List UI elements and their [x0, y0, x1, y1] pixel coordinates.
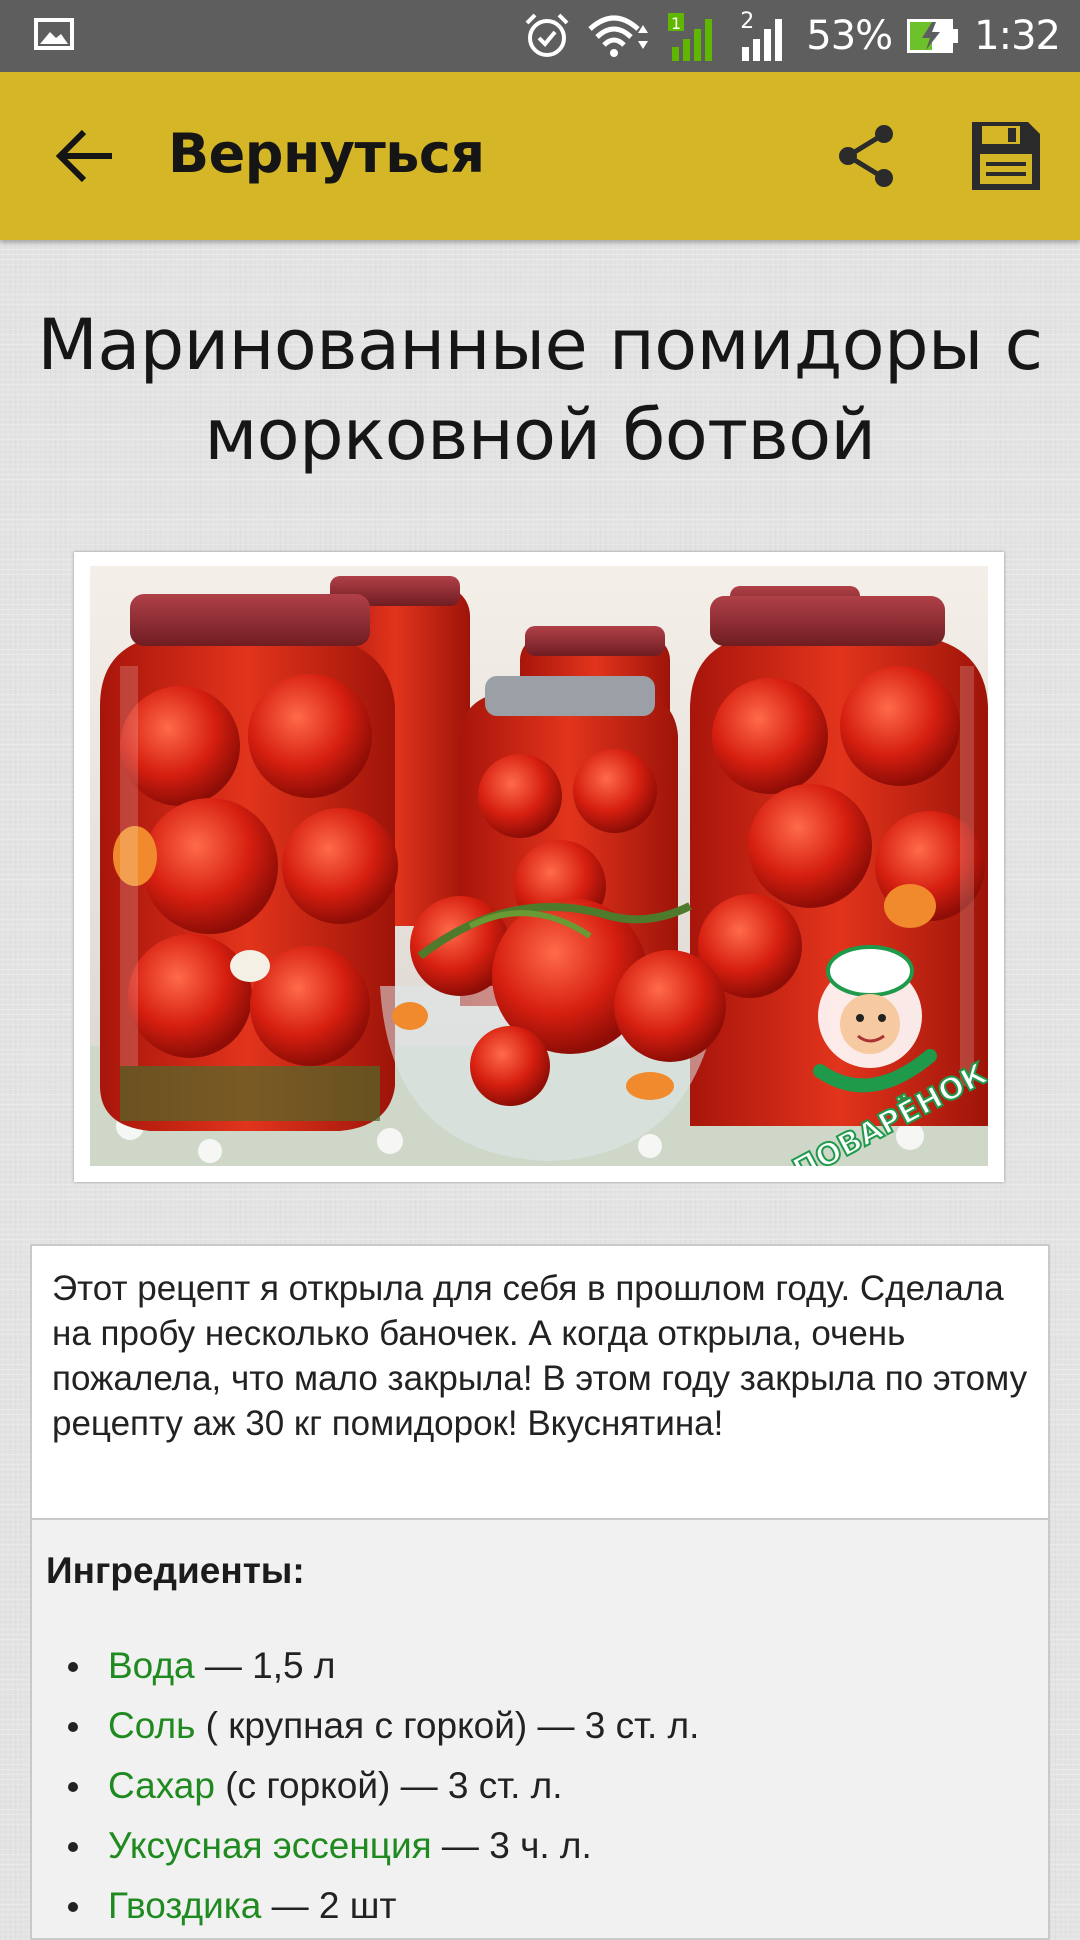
bullet: [68, 1722, 78, 1732]
recipe-photo: ПОВАРЁНОК.РУ: [90, 566, 988, 1166]
ingredient-item: Сахар (с горкой) — 3 ст. л.: [32, 1756, 1032, 1816]
ingredient-amount: — 1,5 л: [194, 1645, 336, 1686]
share-button[interactable]: [830, 120, 902, 192]
ingredient-item: Соль ( крупная с горкой) — 3 ст. л.: [32, 1696, 1032, 1756]
ingredient-link[interactable]: Сахар: [108, 1765, 215, 1806]
arrow-left-icon: [55, 129, 112, 183]
svg-text:1: 1: [671, 14, 681, 33]
ingredient-item: Вода — 1,5 л: [32, 1636, 1032, 1696]
recipe-title-line2: морковной ботвой: [204, 394, 876, 476]
status-bar: 1 2 53% 1:32: [0, 0, 1080, 72]
ingredient-item: Уксусная эссенция — 3 ч. л.: [32, 1816, 1032, 1876]
bullet: [68, 1782, 78, 1792]
ingredient-amount: (с горкой) — 3 ст. л.: [214, 1765, 563, 1806]
bullet: [68, 1902, 78, 1912]
wifi-icon: [586, 11, 652, 61]
ingredients-heading: Ингредиенты:: [46, 1550, 305, 1591]
bullet: [68, 1842, 78, 1852]
battery-percent: 53%: [806, 13, 893, 59]
gallery-notification-icon: [34, 18, 74, 54]
recipe-title-line1: Маринованные помидоры с: [37, 304, 1043, 386]
recipe-description: Этот рецепт я открыла для себя в прошлом…: [52, 1269, 1028, 1443]
action-bar: Вернуться: [0, 72, 1080, 240]
description-card: Этот рецепт я открыла для себя в прошлом…: [30, 1244, 1050, 1520]
back-button[interactable]: [48, 116, 128, 196]
signal-sim1-icon: 1: [666, 9, 722, 63]
sim2-label: 2: [740, 9, 755, 34]
battery-charging-icon: [906, 18, 960, 54]
signal-sim2-icon: 2: [736, 9, 792, 63]
ingredient-item: Гвоздика — 2 шт: [32, 1876, 1032, 1936]
ingredient-link[interactable]: Вода: [108, 1645, 195, 1686]
back-title[interactable]: Вернуться: [168, 122, 485, 185]
ingredient-amount: ( крупная с горкой) — 3 ст. л.: [195, 1705, 700, 1746]
ingredient-link[interactable]: Соль: [108, 1705, 195, 1746]
clock: 1:32: [974, 13, 1061, 59]
recipe-image-card: ПОВАРЁНОК.РУ: [74, 552, 1004, 1182]
bullet: [68, 1662, 78, 1672]
share-icon: [839, 125, 893, 187]
save-button[interactable]: [968, 118, 1044, 194]
ingredient-amount: — 3 ч. л.: [431, 1825, 592, 1866]
recipe-title: Маринованные помидоры с морковной ботвой: [0, 300, 1080, 480]
ingredients-list: Вода — 1,5 л Соль ( крупная с горкой) — …: [32, 1636, 1032, 1936]
ingredients-card: Ингредиенты: Вода — 1,5 л Соль ( крупная…: [30, 1520, 1050, 1940]
floppy-disk-icon: [972, 122, 1040, 190]
ingredient-link[interactable]: Уксусная эссенция: [108, 1825, 432, 1866]
alarm-icon: [522, 11, 572, 61]
